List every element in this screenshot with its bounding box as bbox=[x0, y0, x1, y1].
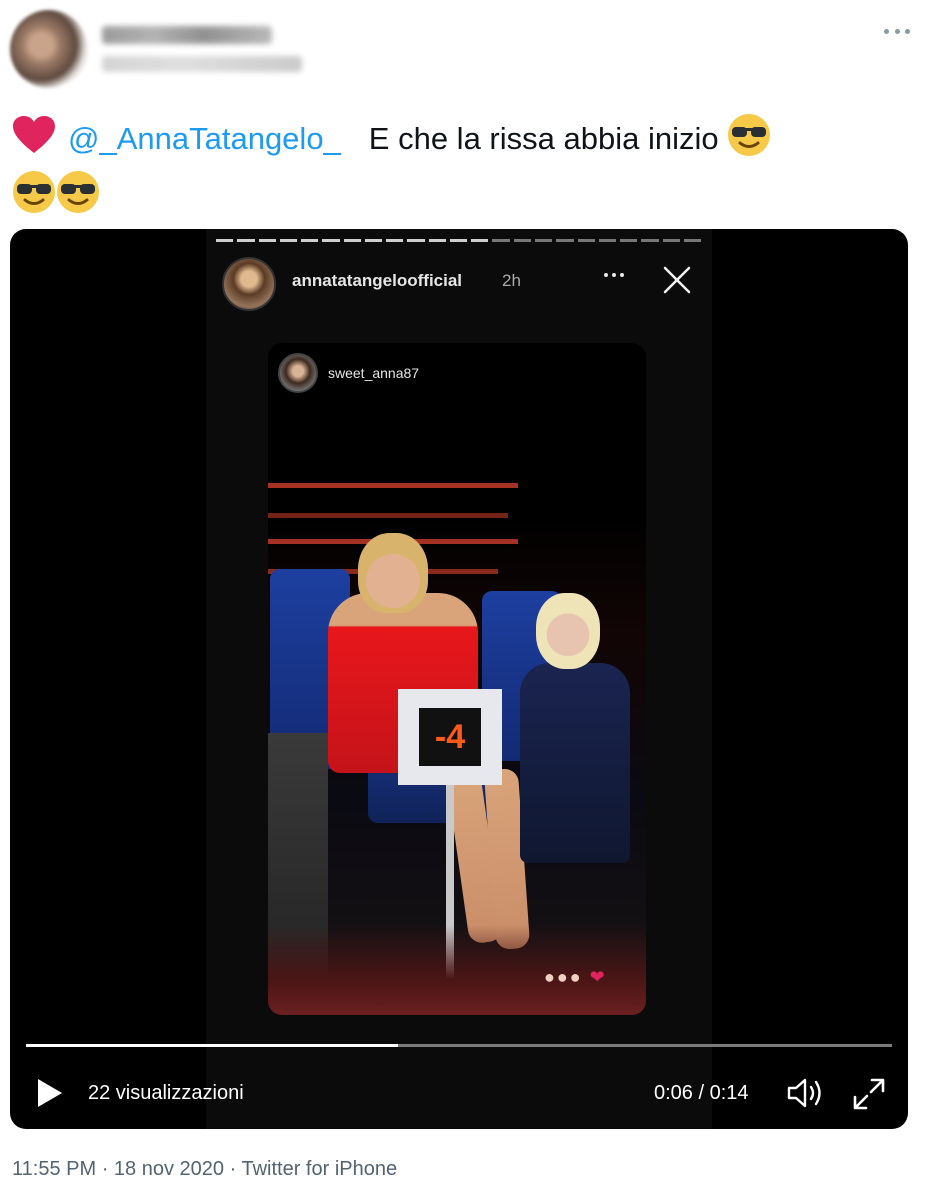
story-progress-segment bbox=[279, 239, 298, 242]
tweet-metadata: 11:55 PM · 18 nov 2020 · Twitter for iPh… bbox=[12, 1158, 397, 1181]
story-progress-segment bbox=[662, 239, 680, 242]
tweet-date[interactable]: 18 nov 2020 bbox=[114, 1158, 224, 1180]
fullscreen-icon[interactable] bbox=[852, 1077, 886, 1111]
story-progress-segment bbox=[471, 239, 489, 242]
woman-white-hair-head bbox=[536, 593, 600, 669]
tweet-source[interactable]: Twitter for iPhone bbox=[241, 1158, 397, 1180]
score-number: -4 bbox=[419, 708, 481, 766]
author-handle-redacted[interactable] bbox=[102, 56, 302, 72]
story-close-icon bbox=[662, 265, 692, 295]
story-progress-segment bbox=[301, 239, 319, 242]
story-progress-segment bbox=[322, 239, 340, 242]
volume-icon[interactable] bbox=[786, 1077, 824, 1109]
story-progress-segment bbox=[577, 239, 595, 242]
story-progress-segment bbox=[216, 239, 234, 242]
story-user-avatar bbox=[222, 257, 276, 311]
story-progress-segment bbox=[364, 239, 383, 242]
story-more-icon bbox=[604, 273, 624, 277]
tweet-time[interactable]: 11:55 PM bbox=[12, 1158, 96, 1180]
sunglasses-emoji-icon bbox=[12, 170, 56, 227]
story-progress-segment bbox=[641, 239, 659, 242]
woman-navy-suit bbox=[520, 663, 630, 863]
story-progress-segment bbox=[428, 239, 446, 242]
woman-blonde-head bbox=[358, 533, 428, 613]
author-name-redacted[interactable] bbox=[102, 26, 272, 44]
tweet-message: E che la rissa abbia inizio bbox=[368, 121, 719, 156]
more-options-icon[interactable] bbox=[884, 24, 910, 38]
story-progress-segment bbox=[534, 239, 553, 242]
tweet-text: @_AnnaTatangelo_ E che la rissa abbia ini… bbox=[12, 113, 912, 227]
view-count: 22 visualizzazioni bbox=[88, 1082, 244, 1104]
story-progress-segment bbox=[556, 239, 574, 242]
mention-link[interactable]: @_AnnaTatangelo_ bbox=[68, 121, 341, 156]
story-progress-segment bbox=[598, 239, 617, 242]
story-progress-segment bbox=[492, 239, 510, 242]
story-progress-segment bbox=[449, 239, 468, 242]
story-progress-segment bbox=[258, 239, 276, 242]
playback-progress-fill bbox=[26, 1044, 399, 1047]
author-avatar[interactable] bbox=[10, 10, 88, 88]
reposted-username: sweet_anna87 bbox=[328, 365, 420, 381]
story-progress-segment bbox=[237, 239, 255, 242]
story-time-ago: 2h bbox=[502, 271, 521, 290]
story-progress-segment bbox=[513, 239, 531, 242]
sunglasses-emoji-icon bbox=[56, 170, 100, 227]
story-username: annatatangeloofficial bbox=[292, 271, 463, 290]
story-progress-segment bbox=[386, 239, 404, 242]
instagram-story-frame: annatatangeloofficial 2h sweet_anna87 -4… bbox=[206, 229, 712, 1129]
sunglasses-emoji-icon bbox=[727, 113, 771, 170]
story-progress-segment bbox=[343, 239, 361, 242]
story-progress-bar bbox=[216, 239, 702, 242]
video-scene: -4 ●●● ❤ bbox=[268, 473, 646, 1015]
story-progress-segment bbox=[620, 239, 638, 242]
reposted-user-avatar bbox=[278, 353, 318, 393]
story-hearts: ●●● ❤ bbox=[544, 967, 607, 987]
score-card: -4 bbox=[398, 689, 502, 785]
heart-emoji-icon bbox=[12, 115, 56, 168]
playback-progress-bar[interactable] bbox=[26, 1044, 892, 1047]
story-progress-segment bbox=[683, 239, 702, 242]
play-icon[interactable] bbox=[36, 1077, 64, 1109]
reposted-story: sweet_anna87 -4 ●●● ❤ bbox=[268, 343, 646, 1015]
meta-separator: · bbox=[101, 1158, 109, 1180]
video-player[interactable]: annatatangeloofficial 2h sweet_anna87 -4… bbox=[10, 229, 908, 1129]
playback-time: 0:06 / 0:14 bbox=[654, 1082, 749, 1104]
meta-separator: · bbox=[229, 1158, 237, 1180]
story-progress-segment bbox=[407, 239, 425, 242]
